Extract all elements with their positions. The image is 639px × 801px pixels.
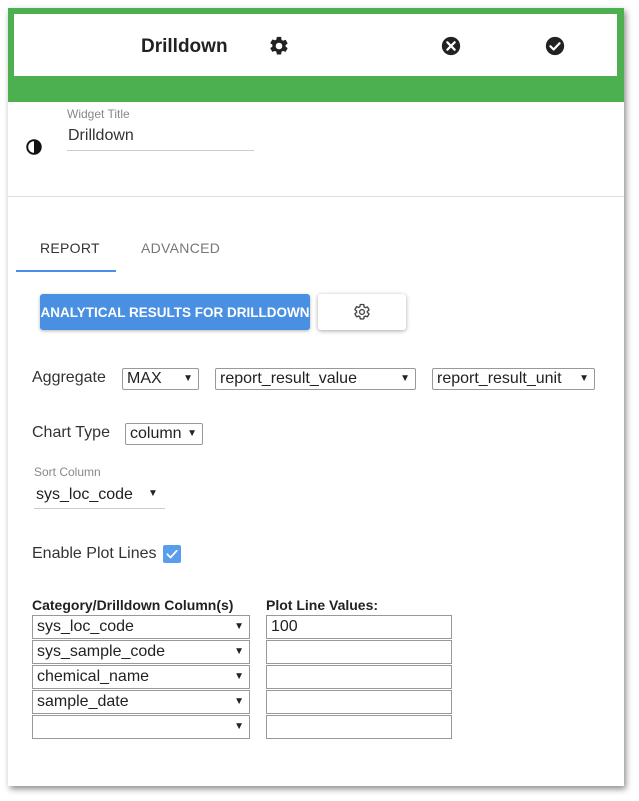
check-circle-icon[interactable] (544, 35, 566, 57)
check-icon (166, 549, 178, 559)
aggregate-label: Aggregate (32, 369, 106, 386)
gear-icon[interactable] (268, 35, 290, 57)
dropdown-arrow-icon: ▼ (183, 373, 193, 384)
aggregate-function-select[interactable]: MAX ▼ (122, 368, 199, 390)
report-select-button[interactable]: ANALYTICAL RESULTS FOR DRILLDOWN (40, 294, 310, 330)
dropdown-arrow-icon: ▼ (234, 696, 244, 707)
widget-title-underline (67, 150, 254, 151)
category-select-1[interactable]: sys_loc_code ▼ (32, 615, 250, 639)
aggregate-value-column-value: report_result_value (220, 370, 357, 387)
plot-line-values-header: Plot Line Values: (266, 597, 379, 613)
widget-title-label: Widget Title (67, 107, 130, 121)
tab-report[interactable]: REPORT (40, 240, 100, 256)
widget-editor-panel: Drilldown Widget Title Drilldown REPORT … (8, 8, 624, 786)
enable-plot-lines-label: Enable Plot Lines (32, 545, 157, 562)
sort-column-label: Sort Column (34, 465, 101, 479)
dropdown-arrow-icon: ▼ (579, 373, 589, 384)
plot-line-value-input-3[interactable] (266, 665, 452, 689)
category-select-3[interactable]: chemical_name ▼ (32, 665, 250, 689)
dropdown-arrow-icon: ▼ (234, 721, 244, 732)
chart-type-select[interactable]: column ▼ (125, 423, 203, 445)
aggregate-value-column-select[interactable]: report_result_value ▼ (215, 368, 416, 390)
category-select-2[interactable]: sys_sample_code ▼ (32, 640, 250, 664)
chart-type-label: Chart Type (32, 424, 110, 441)
category-column-header: Category/Drilldown Column(s) (32, 597, 234, 613)
chart-type-value: column (130, 425, 182, 442)
category-select-value: chemical_name (37, 668, 150, 685)
dropdown-arrow-icon: ▼ (234, 671, 244, 682)
plot-line-value-input-5[interactable] (266, 715, 452, 739)
enable-plot-lines-checkbox[interactable] (163, 545, 181, 563)
tab-advanced[interactable]: ADVANCED (141, 240, 220, 256)
plot-line-value-input-1[interactable]: 100 (266, 615, 452, 639)
report-settings-button[interactable] (318, 294, 406, 330)
dropdown-arrow-icon[interactable]: ▼ (148, 488, 158, 499)
aggregate-unit-column-select[interactable]: report_result_unit ▼ (432, 368, 595, 390)
header: Drilldown (14, 14, 617, 76)
gear-icon (354, 303, 370, 320)
close-circle-icon[interactable] (440, 35, 462, 57)
category-select-value: sys_sample_code (37, 643, 166, 660)
dropdown-arrow-icon: ▼ (234, 646, 244, 657)
widget-title-input[interactable]: Drilldown (68, 127, 134, 145)
category-select-4[interactable]: sample_date ▼ (32, 690, 250, 714)
widget-header-title: Drilldown (141, 36, 228, 57)
sort-column-underline (34, 508, 165, 509)
category-select-value: sample_date (37, 693, 129, 710)
plot-line-value-input-2[interactable] (266, 640, 452, 664)
sort-column-select[interactable]: sys_loc_code (36, 486, 133, 504)
category-select-5[interactable]: ▼ (32, 715, 250, 739)
category-select-value: sys_loc_code (37, 618, 134, 635)
aggregate-unit-column-value: report_result_unit (437, 370, 562, 387)
active-tab-indicator (16, 270, 116, 272)
dropdown-arrow-icon: ▼ (187, 428, 197, 439)
plot-line-value-input-4[interactable] (266, 690, 452, 714)
dropdown-arrow-icon: ▼ (400, 373, 410, 384)
dropdown-arrow-icon: ▼ (234, 621, 244, 632)
contrast-icon (26, 139, 42, 155)
aggregate-function-value: MAX (127, 370, 162, 387)
